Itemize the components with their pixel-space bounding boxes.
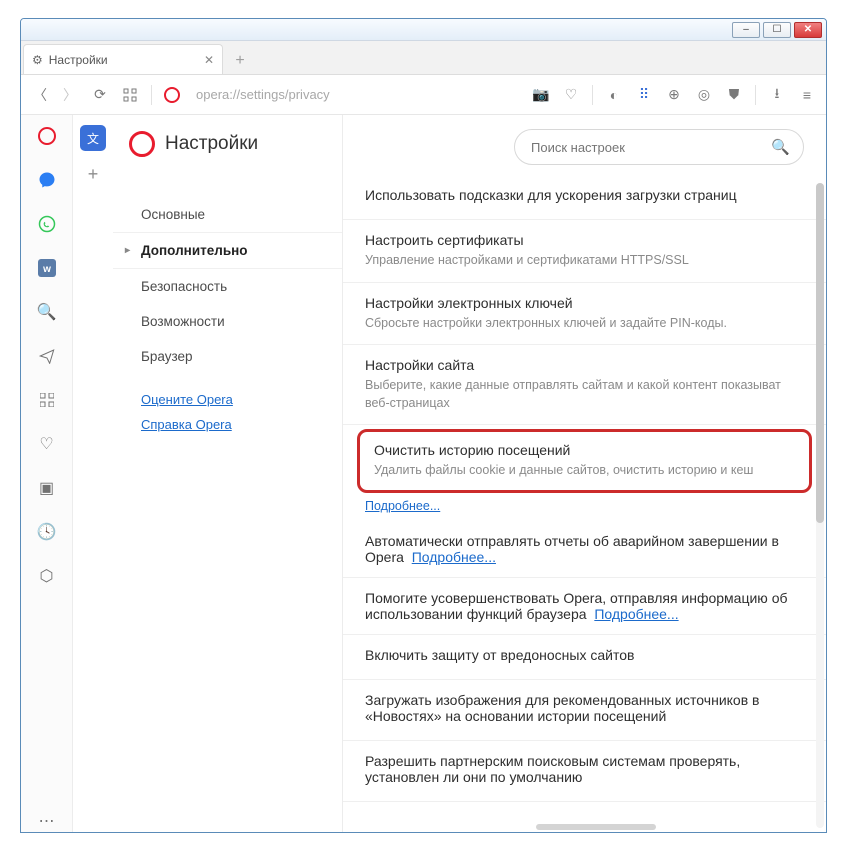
learn-more-link[interactable]: Подробнее...: [594, 606, 678, 622]
main-body: w 🔍 ♡ ▣ 🕓 ⬡ ⋯ 文 + Настройки: [21, 115, 826, 832]
add-workspace-button[interactable]: +: [80, 161, 106, 187]
tab-settings[interactable]: ⚙ Настройки ✕: [23, 44, 223, 74]
scrollbar-thumb[interactable]: [816, 183, 824, 523]
speed-dial-icon[interactable]: [121, 86, 139, 104]
history-icon[interactable]: 🕓: [36, 521, 58, 543]
new-tab-button[interactable]: +: [227, 48, 253, 74]
nav-features[interactable]: Возможности: [113, 304, 342, 339]
vk-icon[interactable]: w: [36, 257, 58, 279]
setting-title: Загружать изображения для рекомендованны…: [365, 692, 804, 724]
setting-title: Включить защиту от вредоносных сайтов: [365, 647, 804, 663]
setting-title: Помогите усовершенствовать Opera, отправ…: [365, 590, 788, 622]
sync-icon[interactable]: ◎: [695, 86, 713, 104]
tab-strip: ⚙ Настройки ✕ +: [21, 41, 826, 75]
learn-more-link[interactable]: Подробнее...: [412, 549, 496, 565]
settings-content: 🔍 Использовать подсказки для ускорения з…: [343, 115, 826, 832]
setting-clear-browsing-data[interactable]: Очистить историю посещений Удалить файлы…: [357, 429, 812, 493]
learn-more-link[interactable]: Подробнее...: [365, 499, 440, 513]
setting-malware-protection[interactable]: Включить защиту от вредоносных сайтов: [343, 635, 826, 680]
setting-title: Очистить историю посещений: [374, 442, 795, 458]
setting-site-settings[interactable]: Настройки сайта Выберите, какие данные о…: [343, 345, 826, 425]
setting-desc: Удалить файлы cookie и данные сайтов, оч…: [374, 462, 795, 480]
separator: [151, 85, 152, 105]
search-icon[interactable]: 🔍: [36, 301, 58, 323]
setting-security-keys[interactable]: Настройки электронных ключей Сбросьте на…: [343, 283, 826, 346]
setting-title: Автоматически отправлять отчеты об авари…: [365, 533, 779, 565]
settings-search: 🔍: [514, 129, 804, 165]
reload-button[interactable]: ⟳: [91, 86, 109, 104]
horizontal-scrollbar-thumb[interactable]: [536, 824, 656, 830]
messenger-icon[interactable]: [36, 169, 58, 191]
nav-browser[interactable]: Браузер: [113, 339, 342, 374]
nav-basic[interactable]: Основные: [113, 197, 342, 232]
setting-desc: Управление настройками и сертификатами H…: [365, 252, 804, 270]
settings-nav: Основные Дополнительно Безопасность Возм…: [113, 177, 342, 374]
setting-desc: Выберите, какие данные отправлять сайтам…: [365, 377, 804, 412]
opera-logo-icon: [129, 131, 155, 157]
toolbar-right-icons: 📷 ♡ ◐ ⠿ ⊕ ◎ ⛊ ⭳ ≡: [532, 85, 816, 105]
scrollbar[interactable]: [816, 183, 824, 828]
heart-icon[interactable]: ♡: [562, 86, 580, 104]
easy-setup-icon[interactable]: ≡: [798, 86, 816, 104]
left-rail: w 🔍 ♡ ▣ 🕓 ⬡ ⋯: [21, 115, 73, 832]
setting-certificates[interactable]: Настроить сертификаты Управление настрой…: [343, 220, 826, 283]
setting-news-images[interactable]: Загружать изображения для рекомендованны…: [343, 680, 826, 741]
settings-title: Настройки: [165, 133, 258, 155]
setting-title: Разрешить партнерским поисковым системам…: [365, 753, 804, 785]
separator: [755, 85, 756, 105]
setting-title: Настройки электронных ключей: [365, 295, 804, 311]
more-icon[interactable]: ⋯: [36, 810, 58, 832]
send-icon[interactable]: [36, 345, 58, 367]
opera-logo-icon[interactable]: [36, 125, 58, 147]
toolbar: 〈 〉 ⟳ opera://settings/privacy 📷 ♡ ◐ ⠿ ⊕…: [21, 75, 826, 115]
setting-preload-hints[interactable]: Использовать подсказки для ускорения заг…: [343, 183, 826, 220]
workspace-icon[interactable]: ⬡: [36, 565, 58, 587]
extensions-icon[interactable]: [36, 389, 58, 411]
setting-usage-stats[interactable]: Помогите усовершенствовать Opera, отправ…: [343, 578, 826, 635]
setting-title: Использовать подсказки для ускорения заг…: [365, 187, 804, 203]
back-button[interactable]: 〈: [31, 86, 49, 104]
window-titlebar: – ☐ ✕: [21, 19, 826, 41]
news-icon[interactable]: ▣: [36, 477, 58, 499]
separator: [592, 85, 593, 105]
settings-search-input[interactable]: [514, 129, 804, 165]
help-opera-link[interactable]: Справка Opera: [141, 417, 322, 432]
downloads-icon[interactable]: ⭳: [768, 86, 786, 104]
setting-partner-search[interactable]: Разрешить партнерским поисковым системам…: [343, 741, 826, 802]
tab-title: Настройки: [49, 53, 108, 67]
heart-icon[interactable]: ♡: [36, 433, 58, 455]
translate-icon[interactable]: ⠿: [635, 86, 653, 104]
browser-window: – ☐ ✕ ⚙ Настройки ✕ + 〈 〉 ⟳ opera://sett…: [20, 18, 827, 833]
opera-logo-icon: [164, 87, 180, 103]
vpn-icon[interactable]: ⊕: [665, 86, 683, 104]
setting-crash-reports[interactable]: Автоматически отправлять отчеты об авари…: [343, 521, 826, 578]
svg-text:w: w: [42, 264, 51, 275]
setting-desc: Сбросьте настройки электронных ключей и …: [365, 315, 804, 333]
whatsapp-icon[interactable]: [36, 213, 58, 235]
gear-icon: ⚙: [32, 53, 43, 67]
adblock-icon[interactable]: ◐: [605, 86, 623, 104]
shield-icon[interactable]: ⛊: [725, 86, 743, 104]
settings-header: Настройки: [113, 131, 342, 177]
nav-advanced[interactable]: Дополнительно: [113, 232, 342, 269]
address-bar[interactable]: opera://settings/privacy: [192, 87, 520, 102]
window-maximize-button[interactable]: ☐: [763, 22, 791, 38]
translate-workspace-icon[interactable]: 文: [80, 125, 106, 151]
workspace-tabs: 文 +: [73, 115, 113, 832]
setting-title: Настройки сайта: [365, 357, 804, 373]
settings-links: Оцените Opera Справка Opera: [113, 374, 342, 432]
nav-security[interactable]: Безопасность: [113, 269, 342, 304]
rate-opera-link[interactable]: Оцените Opera: [141, 392, 322, 407]
setting-title: Настроить сертификаты: [365, 232, 804, 248]
tab-close-icon[interactable]: ✕: [204, 53, 214, 67]
search-icon: 🔍: [771, 138, 790, 156]
forward-button[interactable]: 〉: [61, 86, 79, 104]
window-minimize-button[interactable]: –: [732, 22, 760, 38]
snapshot-icon[interactable]: 📷: [532, 86, 550, 104]
window-close-button[interactable]: ✕: [794, 22, 822, 38]
settings-sidebar: Настройки Основные Дополнительно Безопас…: [113, 115, 343, 832]
